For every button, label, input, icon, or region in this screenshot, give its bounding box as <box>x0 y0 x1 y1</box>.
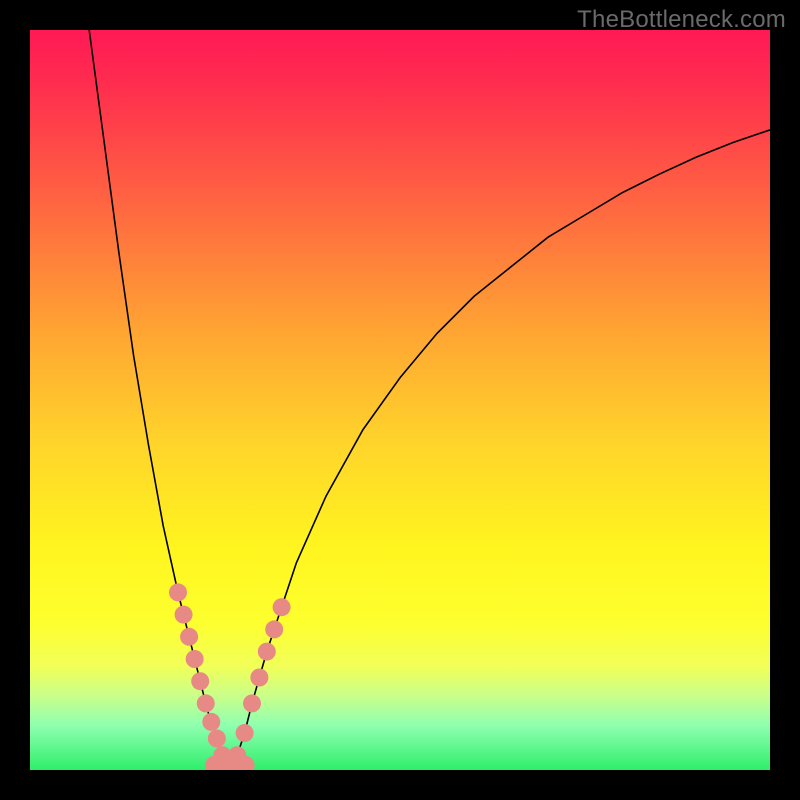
curve-dot <box>197 694 215 712</box>
curve-dot <box>250 669 268 687</box>
curve-dot <box>186 650 204 668</box>
curve-dot <box>258 643 276 661</box>
chart-curves-svg <box>30 30 770 770</box>
watermark-text: TheBottleneck.com <box>577 6 786 34</box>
curve-dot <box>236 724 254 742</box>
curve-dot <box>169 583 187 601</box>
curve-dot <box>202 713 220 731</box>
curve-dot <box>175 606 193 624</box>
chart-plot-area <box>30 30 770 770</box>
curve-dot <box>191 672 209 690</box>
curve-dot <box>180 628 198 646</box>
curve-dot <box>273 598 291 616</box>
curve-dot <box>265 620 283 638</box>
curve-dot <box>208 730 226 748</box>
curve-dot <box>243 694 261 712</box>
curve-dot-markers <box>169 583 291 770</box>
curve-left-branch <box>89 30 230 770</box>
curve-right-branch <box>230 130 770 770</box>
